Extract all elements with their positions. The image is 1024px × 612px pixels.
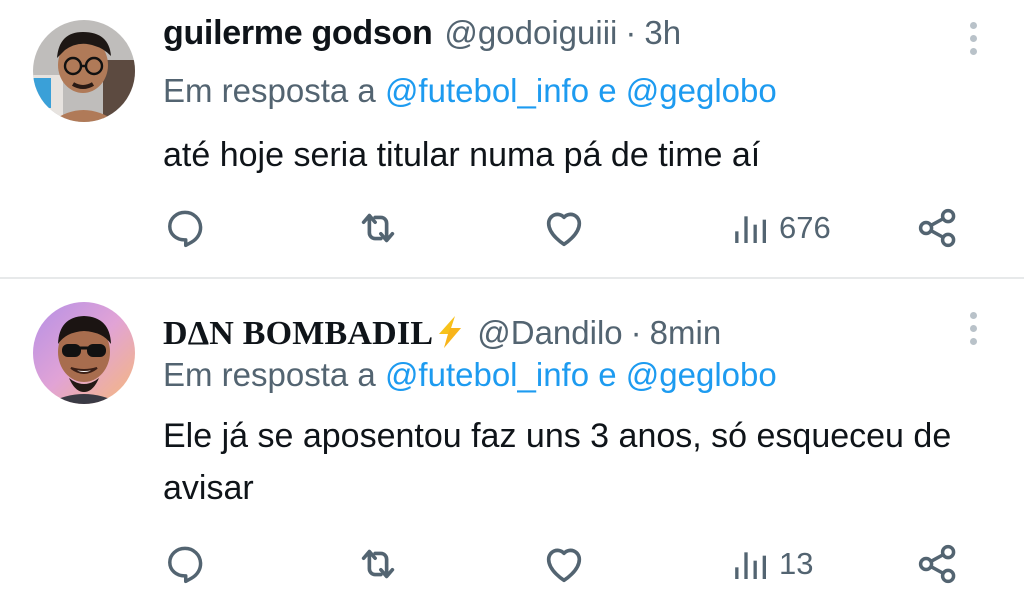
- like-icon: [546, 548, 582, 583]
- reply-icon: [168, 210, 203, 248]
- mention-link[interactable]: @geglobo: [626, 72, 777, 109]
- like-icon: [546, 212, 582, 247]
- share-button[interactable]: [916, 205, 960, 251]
- avatar[interactable]: [33, 20, 135, 122]
- more-icon[interactable]: [970, 22, 978, 55]
- reply-prefix: Em resposta a: [163, 72, 376, 109]
- avatar[interactable]: [33, 302, 135, 404]
- like-button[interactable]: [541, 205, 587, 251]
- avatar-photo: [33, 302, 135, 404]
- retweet-button[interactable]: [355, 541, 401, 587]
- reply-context: Em resposta a @futebol_info e @geglobo: [163, 72, 777, 110]
- tweet-1[interactable]: guilerme godson @godoiguiii · 3h Em resp…: [0, 0, 1024, 279]
- lightning-bolt-icon: [435, 315, 465, 349]
- views-count: 13: [779, 546, 814, 581]
- views-count: 676: [779, 210, 831, 245]
- reply-icon: [168, 546, 203, 584]
- user-handle[interactable]: @godoiguiii: [444, 14, 617, 52]
- tweet-header: DΔN BOMBADIL @Dandilo · 8min: [163, 310, 721, 353]
- views-button[interactable]: 13: [731, 541, 813, 587]
- action-bar: 676: [0, 205, 1024, 255]
- tweet-text: até hoje seria titular numa pá de time a…: [163, 136, 761, 174]
- mention-link[interactable]: @futebol_info: [385, 356, 589, 393]
- mention-link[interactable]: @futebol_info: [385, 72, 589, 109]
- views-icon: [735, 552, 766, 579]
- reply-button[interactable]: [163, 205, 207, 251]
- reply-joiner: e: [598, 356, 617, 393]
- action-bar: 13: [0, 541, 1024, 591]
- mention-link[interactable]: @geglobo: [626, 356, 777, 393]
- views-icon: [735, 216, 766, 243]
- retweet-icon: [361, 213, 395, 243]
- share-icon: [918, 208, 956, 248]
- separator-dot: ·: [625, 14, 637, 51]
- share-icon: [918, 544, 956, 584]
- display-name[interactable]: guilerme godson: [163, 14, 433, 53]
- reply-button[interactable]: [163, 541, 207, 587]
- more-icon[interactable]: [970, 312, 978, 345]
- tweet-2[interactable]: DΔN BOMBADIL @Dandilo · 8min Em resposta…: [0, 278, 1024, 612]
- like-button[interactable]: [541, 541, 587, 587]
- user-handle[interactable]: @Dandilo: [477, 314, 622, 352]
- tweet-header: guilerme godson @godoiguiii · 3h: [163, 14, 681, 53]
- reply-prefix: Em resposta a: [163, 356, 376, 393]
- reply-context: Em resposta a @futebol_info e @geglobo: [163, 356, 777, 394]
- avatar-photo: [33, 20, 135, 122]
- reply-joiner: e: [598, 72, 617, 109]
- views-button[interactable]: 676: [731, 205, 831, 251]
- separator-dot: ·: [630, 314, 642, 351]
- retweet-icon: [361, 549, 395, 579]
- retweet-button[interactable]: [355, 205, 401, 251]
- timestamp[interactable]: 8min: [650, 314, 722, 352]
- share-button[interactable]: [916, 541, 960, 587]
- timestamp[interactable]: 3h: [644, 14, 681, 52]
- tweet-text: Ele já se aposentou faz uns 3 anos, só e…: [163, 417, 952, 507]
- display-name[interactable]: DΔN BOMBADIL: [163, 315, 433, 353]
